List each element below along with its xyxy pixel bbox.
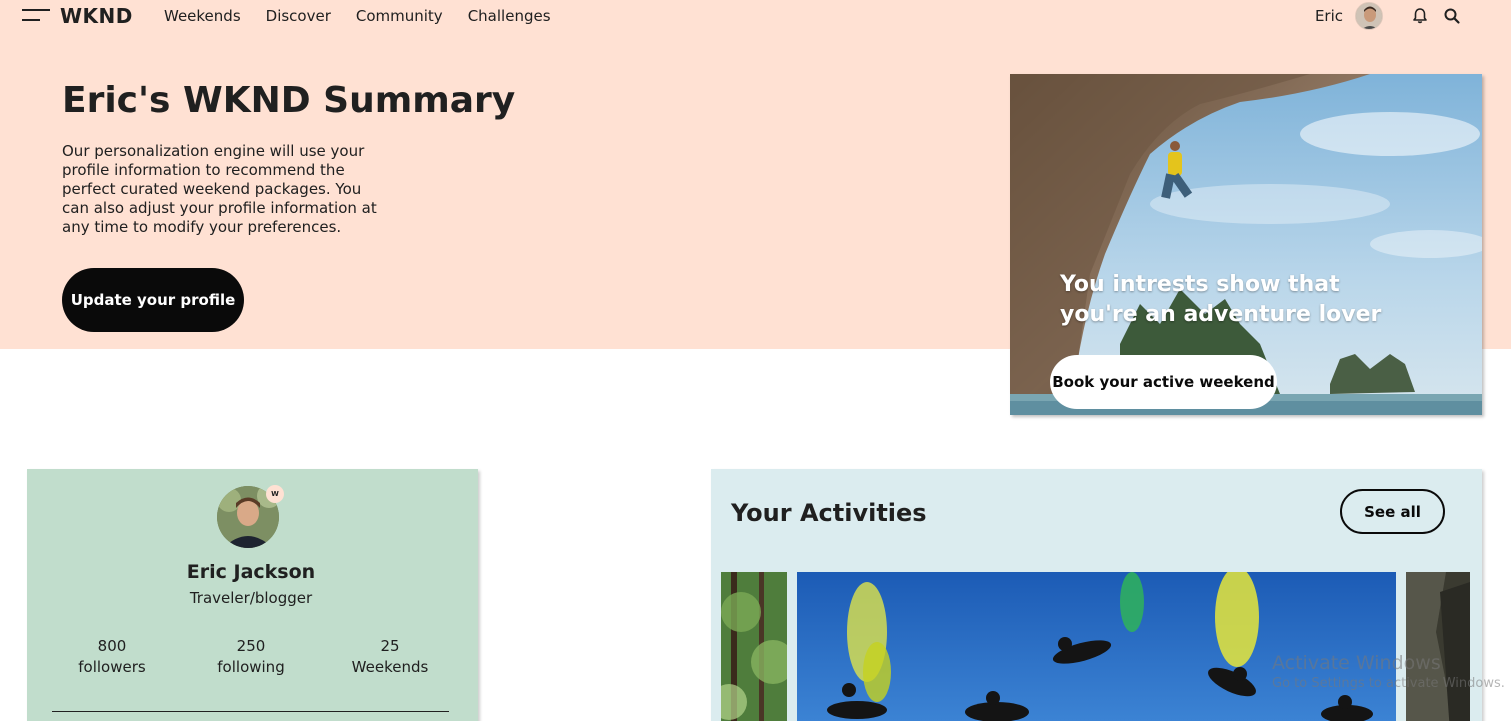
activities-title: Your Activities — [731, 499, 927, 527]
page: WKND Weekends Discover Community Challen… — [0, 0, 1511, 721]
main-nav: Weekends Discover Community Challenges — [164, 7, 576, 25]
activity-thumbnail-skydiving[interactable] — [797, 572, 1396, 721]
stat-label: following — [217, 658, 285, 676]
activities-card: Your Activities See all — [711, 469, 1482, 721]
divider — [52, 711, 449, 712]
see-all-button[interactable]: See all — [1340, 489, 1445, 534]
profile-role: Traveler/blogger — [189, 589, 313, 607]
stat-label: followers — [78, 658, 146, 676]
page-title: Eric's WKND Summary — [62, 80, 516, 121]
nav-avatar[interactable] — [1355, 2, 1383, 30]
book-weekend-button[interactable]: Book your active weekend — [1050, 355, 1277, 409]
activity-thumbnail[interactable] — [721, 572, 787, 721]
nav-link-discover[interactable]: Discover — [266, 7, 331, 25]
stat-label: Weekends — [351, 658, 429, 676]
hamburger-menu-icon[interactable] — [22, 9, 50, 23]
profile-card: W Eric Jackson Traveler/blogger 800 foll… — [27, 469, 478, 721]
hero-card-text: You intrests show that you're an adventu… — [1060, 272, 1382, 327]
profile-name: Eric Jackson — [186, 561, 316, 583]
stat-value: 250 — [236, 637, 266, 655]
stat-following[interactable]: 250 following — [191, 636, 311, 678]
activity-thumbnail[interactable] — [1406, 572, 1470, 721]
nav-user-name[interactable]: Eric — [1315, 7, 1343, 25]
nav-link-community[interactable]: Community — [356, 7, 443, 25]
adventure-promo-card: You intrests show that you're an adventu… — [1010, 74, 1482, 415]
site-logo[interactable]: WKND — [60, 4, 133, 28]
nav-link-weekends[interactable]: Weekends — [164, 7, 241, 25]
bell-icon[interactable] — [1411, 7, 1429, 25]
search-icon[interactable] — [1443, 7, 1461, 25]
top-navbar: WKND Weekends Discover Community Challen… — [0, 0, 1511, 34]
stat-weekends[interactable]: 25 Weekends — [330, 636, 450, 678]
stat-value: 800 — [97, 637, 127, 655]
nav-link-challenges[interactable]: Challenges — [468, 7, 551, 25]
nav-user-area: Eric — [1315, 2, 1461, 30]
stat-followers[interactable]: 800 followers — [52, 636, 172, 678]
stat-value: 25 — [380, 637, 400, 655]
profile-badge: W — [266, 485, 284, 503]
hero-description: Our personalization engine will use your… — [62, 142, 377, 236]
update-profile-button[interactable]: Update your profile — [62, 268, 244, 332]
